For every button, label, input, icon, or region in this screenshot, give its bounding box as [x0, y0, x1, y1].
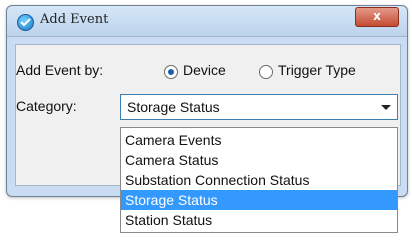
dropdown-option-highlighted[interactable]: Storage Status [121, 190, 397, 210]
add-event-by-label: Add Event by: [16, 62, 104, 78]
dropdown-option[interactable]: Camera Events [121, 130, 397, 150]
title-bar[interactable]: Add Event x [7, 6, 407, 37]
dropdown-option[interactable]: Substation Connection Status [121, 170, 397, 190]
category-label: Category: [16, 98, 77, 114]
category-dropdown-list: Camera Events Camera Status Substation C… [120, 127, 398, 233]
chevron-down-icon[interactable] [381, 105, 391, 110]
radio-device-label[interactable]: Device [183, 62, 226, 78]
radio-device[interactable] [164, 65, 178, 79]
dropdown-option[interactable]: Camera Status [121, 150, 397, 170]
dropdown-option[interactable]: Station Status [121, 210, 397, 230]
category-selected-value: Storage Status [127, 99, 220, 115]
window-title: Add Event [40, 12, 109, 27]
radio-trigger-type[interactable] [259, 65, 273, 79]
category-select[interactable]: Storage Status [120, 94, 398, 120]
check-circle-icon [17, 14, 34, 31]
close-icon: x [373, 9, 381, 23]
close-button[interactable]: x [355, 7, 399, 27]
radio-trigger-type-label[interactable]: Trigger Type [278, 62, 356, 78]
